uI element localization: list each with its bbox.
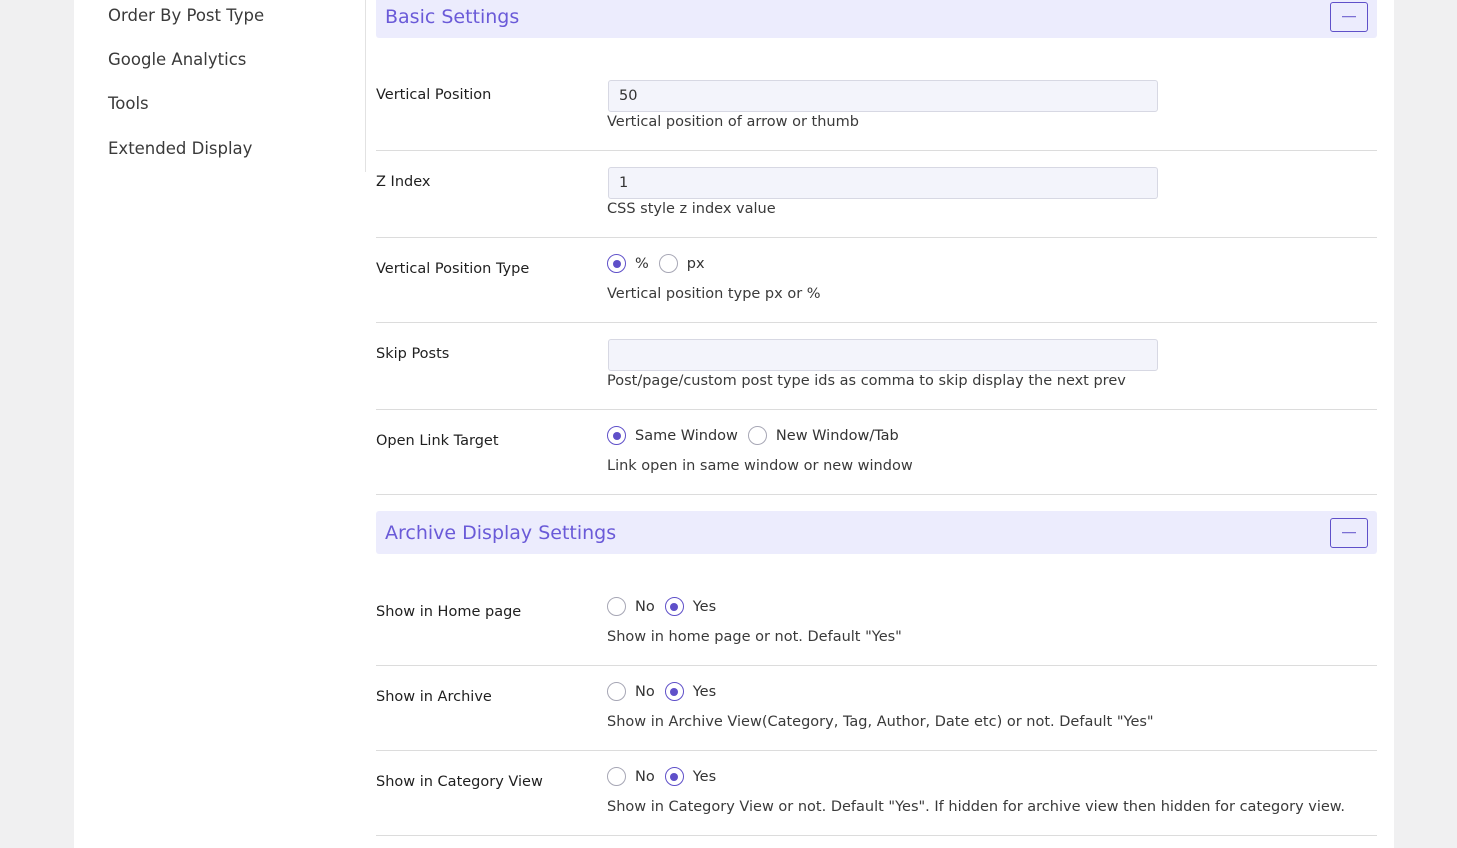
radio-label: No (635, 598, 655, 615)
help-text: Post/page/custom post type ids as comma … (607, 373, 1126, 389)
show-category-radio-group: No Yes (607, 767, 726, 786)
setting-row-skip-posts: Skip Posts Post/page/custom post type id… (376, 323, 1377, 410)
help-text: Vertical position of arrow or thumb (607, 114, 859, 130)
radio-label: New Window/Tab (775, 427, 899, 444)
radio-option-no[interactable]: No (607, 767, 655, 786)
setting-label: Show in Category View (376, 774, 543, 790)
radio-label: Yes (692, 683, 717, 700)
radio-option-yes[interactable]: Yes (664, 682, 717, 701)
settings-sidebar: Order By Post Type Google Analytics Tool… (74, 0, 366, 172)
setting-row-z-index: Z Index CSS style z index value (376, 151, 1377, 238)
radio-label: No (635, 683, 655, 700)
help-text: Link open in same window or new window (607, 458, 913, 474)
open-link-target-radio-group: Same Window New Window/Tab (607, 426, 909, 445)
settings-card: Order By Post Type Google Analytics Tool… (74, 0, 1394, 848)
radio-option-same-window[interactable]: Same Window (607, 426, 738, 445)
vertical-position-input[interactable] (608, 80, 1158, 112)
vertical-position-type-radio-group: % px (607, 254, 715, 273)
radio-option-no[interactable]: No (607, 682, 655, 701)
skip-posts-input[interactable] (608, 339, 1158, 371)
z-index-input[interactable] (608, 167, 1158, 199)
help-text: Show in Archive View(Category, Tag, Auth… (607, 714, 1154, 730)
settings-content: Basic Settings Vertical Position Vertica… (376, 0, 1377, 848)
minus-icon (1342, 531, 1356, 534)
radio-checked-icon[interactable] (607, 426, 626, 445)
radio-option-px[interactable]: px (658, 254, 705, 273)
setting-row-vertical-position-type: Vertical Position Type % px Vertical pos… (376, 238, 1377, 323)
sidebar-item-order-by-post-type[interactable]: Order By Post Type (108, 6, 264, 25)
sidebar-item-extended-display[interactable]: Extended Display (108, 139, 252, 158)
section-title: Archive Display Settings (385, 521, 617, 544)
setting-label: Z Index (376, 174, 431, 190)
setting-row-show-archive: Show in Archive No Yes Show in Archive V… (376, 666, 1377, 751)
setting-label: Open Link Target (376, 433, 499, 449)
show-archive-radio-group: No Yes (607, 682, 726, 701)
radio-label: px (686, 255, 705, 272)
radio-checked-icon[interactable] (664, 597, 684, 616)
radio-checked-icon[interactable] (607, 254, 626, 273)
help-text: Vertical position type px or % (607, 286, 821, 302)
radio-label: % (635, 255, 649, 272)
help-text: CSS style z index value (607, 201, 776, 217)
radio-label: No (635, 768, 655, 785)
radio-unchecked-icon[interactable] (747, 426, 767, 445)
radio-option-yes[interactable]: Yes (664, 767, 717, 786)
setting-row-open-link-target: Open Link Target Same Window New Window/… (376, 410, 1377, 495)
help-text: Show in Category View or not. Default "Y… (607, 799, 1345, 815)
basic-settings-header: Basic Settings (376, 0, 1377, 38)
help-text: Show in home page or not. Default "Yes" (607, 629, 902, 645)
radio-unchecked-icon[interactable] (658, 254, 678, 273)
radio-unchecked-icon[interactable] (607, 767, 626, 786)
radio-option-new-window[interactable]: New Window/Tab (747, 426, 899, 445)
radio-option-yes[interactable]: Yes (664, 597, 717, 616)
collapse-basic-settings-button[interactable] (1330, 1, 1368, 32)
radio-unchecked-icon[interactable] (607, 682, 626, 701)
radio-option-no[interactable]: No (607, 597, 655, 616)
setting-label: Show in Home page (376, 604, 522, 620)
radio-checked-icon[interactable] (664, 682, 684, 701)
setting-row-vertical-position: Vertical Position Vertical position of a… (376, 38, 1377, 151)
radio-checked-icon[interactable] (664, 767, 684, 786)
minus-icon (1342, 15, 1356, 18)
setting-row-show-category: Show in Category View No Yes Show in Cat… (376, 751, 1377, 836)
sidebar-item-google-analytics[interactable]: Google Analytics (108, 50, 246, 69)
setting-row-show-home: Show in Home page No Yes Show in home pa… (376, 554, 1377, 666)
section-title: Basic Settings (385, 5, 520, 28)
radio-label: Yes (692, 598, 717, 615)
radio-label: Yes (692, 768, 717, 785)
show-home-radio-group: No Yes (607, 597, 726, 616)
radio-option-percent[interactable]: % (607, 254, 649, 273)
radio-label: Same Window (635, 427, 738, 444)
setting-label: Vertical Position Type (376, 261, 530, 277)
collapse-archive-settings-button[interactable] (1330, 517, 1368, 548)
setting-label: Show in Archive (376, 689, 492, 705)
sidebar-item-tools[interactable]: Tools (108, 94, 149, 113)
setting-label: Skip Posts (376, 346, 450, 362)
radio-unchecked-icon[interactable] (607, 597, 626, 616)
setting-label: Vertical Position (376, 87, 492, 103)
archive-display-settings-header: Archive Display Settings (376, 511, 1377, 554)
